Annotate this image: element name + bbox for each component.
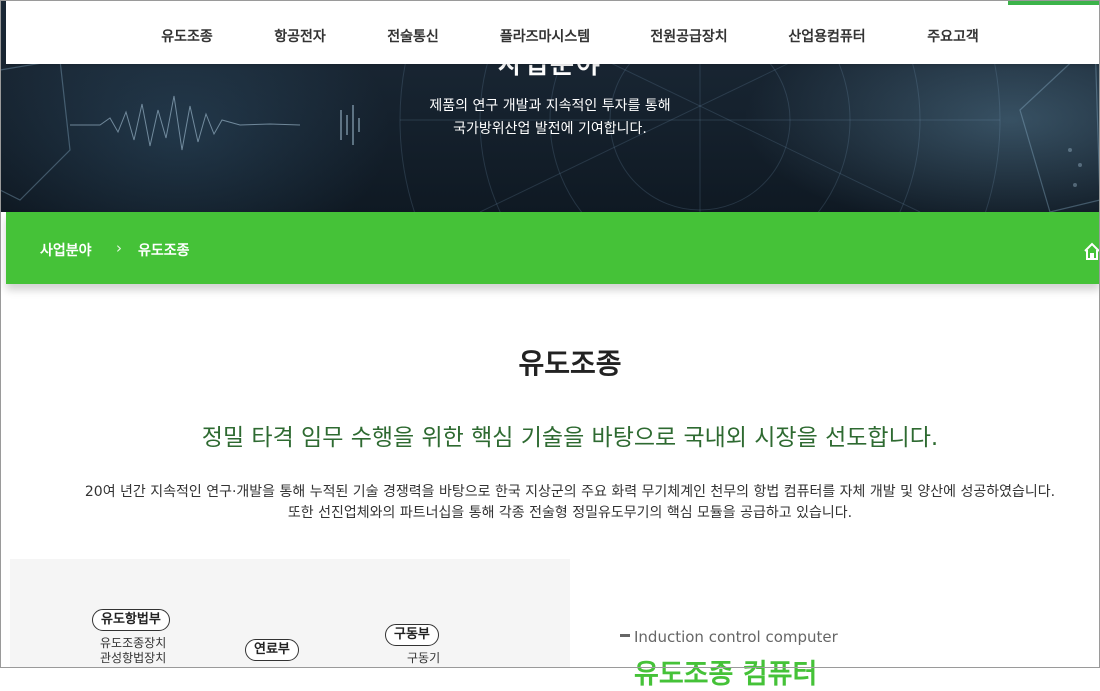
diagram-nav-line2: 관성항법장치 bbox=[100, 651, 167, 665]
breadcrumb-bar: 사업분야 › 유도조종 bbox=[6, 212, 1100, 284]
breadcrumb-current[interactable]: 유도조종 bbox=[138, 240, 190, 260]
nav-item-customers[interactable]: 주요고객 bbox=[927, 26, 979, 46]
breadcrumb-separator: › bbox=[116, 239, 122, 257]
label-dash bbox=[620, 634, 630, 637]
product-label-en: Induction control computer bbox=[620, 628, 838, 646]
product-name: 유도조종 컴퓨터 bbox=[634, 659, 818, 690]
nav-item-power-supply[interactable]: 전원공급장치 bbox=[650, 26, 727, 46]
description-line2: 또한 선진업체와의 파트너십을 통해 각종 전술형 정밀유도무기의 핵심 모듈을… bbox=[287, 505, 853, 521]
hero-subtitle-line2: 국가방위산업 발전에 기여합니다. bbox=[453, 121, 647, 137]
page-title: 유도조종 bbox=[518, 347, 622, 380]
nav-accent-bar bbox=[1008, 0, 1100, 5]
top-navigation: 유도조종 항공전자 전술통신 플라즈마시스템 전원공급장치 산업용컴퓨터 주요고… bbox=[6, 0, 1100, 64]
nav-item-tactical-comm[interactable]: 전술통신 bbox=[387, 26, 439, 46]
description-line1: 20여 년간 지속적인 연구·개발을 통해 누적된 기술 경쟁력을 바탕으로 한… bbox=[84, 484, 1056, 500]
nav-item-industrial-computer[interactable]: 산업용컴퓨터 bbox=[788, 26, 865, 46]
system-diagram: 유도항법부 유도조종장치 관성항법장치 연료부 구동부 구동기 bbox=[10, 559, 570, 668]
nav-item-plasma[interactable]: 플라즈마시스템 bbox=[500, 26, 590, 46]
diagram-drive-line1: 구동기 bbox=[407, 651, 441, 665]
breadcrumb-root[interactable]: 사업분야 bbox=[40, 240, 92, 260]
diagram-nav-module-label: 유도항법부 bbox=[92, 609, 170, 631]
hero-subtitle-line1: 제품의 연구 개발과 지속적인 투자를 통해 bbox=[429, 98, 671, 114]
nav-item-guidance[interactable]: 유도조종 bbox=[161, 26, 213, 46]
product-label-text: Induction control computer bbox=[634, 628, 838, 646]
nav-item-avionics[interactable]: 항공전자 bbox=[274, 26, 326, 46]
tagline: 정밀 타격 임무 수행을 위한 핵심 기술을 바탕으로 국내외 시장을 선도합니… bbox=[201, 425, 939, 451]
diagram-fuel-module-label: 연료부 bbox=[245, 639, 299, 661]
diagram-drive-module-label: 구동부 bbox=[385, 624, 439, 646]
home-icon[interactable] bbox=[1084, 242, 1100, 260]
